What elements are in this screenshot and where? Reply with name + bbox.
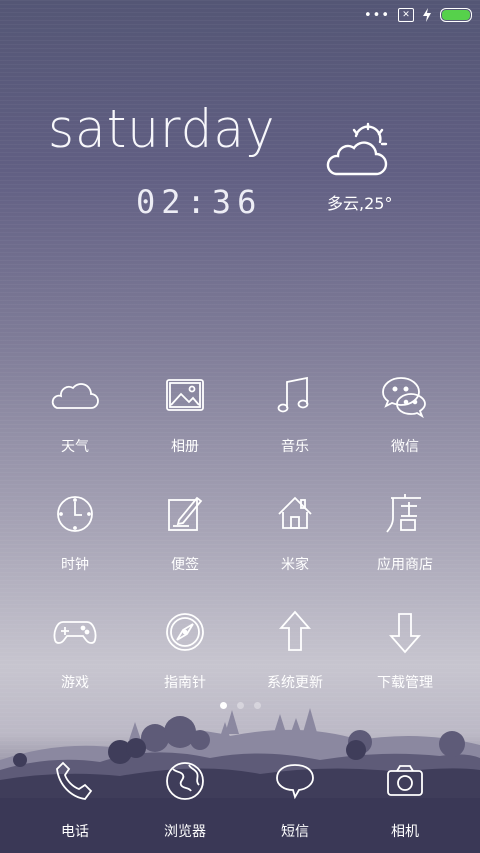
app-label: 相机 — [391, 824, 419, 840]
app-grid: 天气 相册 音乐 微信 时钟 便签 米家 应用商店 游戏 指南针 系统更新 下载… — [20, 370, 460, 692]
app-label: 下载管理 — [377, 675, 433, 691]
phone-icon — [56, 761, 93, 800]
sim-missing-icon: ✕ — [398, 8, 414, 22]
camera-icon — [387, 765, 423, 796]
app-label: 天气 — [61, 439, 89, 455]
battery-icon — [440, 8, 472, 22]
app-label: 应用商店 — [377, 557, 433, 573]
signal-dots: ••• — [363, 7, 390, 23]
app-label: 音乐 — [281, 439, 309, 455]
clock-icon — [57, 496, 93, 532]
weather-summary[interactable]: 多云,25° — [327, 190, 392, 214]
app-label: 时钟 — [61, 557, 89, 573]
app-mihome[interactable]: 米家 — [240, 488, 350, 574]
dock: 电话 浏览器 短信 相机 — [20, 755, 460, 841]
app-games[interactable]: 游戏 — [20, 606, 130, 692]
app-wechat[interactable]: 微信 — [350, 370, 460, 456]
status-bar: ••• ✕ — [364, 6, 472, 24]
app-label: 相册 — [171, 439, 199, 455]
app-label: 浏览器 — [164, 824, 206, 840]
app-label: 游戏 — [61, 675, 89, 691]
app-gallery[interactable]: 相册 — [130, 370, 240, 456]
app-label: 短信 — [281, 824, 309, 840]
wechat-icon — [382, 377, 426, 419]
app-label: 米家 — [281, 557, 309, 573]
app-music[interactable]: 音乐 — [240, 370, 350, 456]
music-note-icon — [277, 376, 309, 413]
app-label: 微信 — [391, 439, 419, 455]
app-store[interactable]: 应用商店 — [350, 488, 460, 574]
app-compass[interactable]: 指南针 — [130, 606, 240, 692]
app-label: 便签 — [171, 557, 199, 573]
day-text: saturday — [48, 98, 276, 160]
clock-time[interactable]: 02:36 — [136, 183, 262, 221]
app-notes[interactable]: 便签 — [130, 488, 240, 574]
gallery-icon — [166, 379, 204, 411]
dock-camera[interactable]: 相机 — [350, 755, 460, 841]
home-icon — [278, 496, 312, 529]
app-label: 电话 — [61, 824, 89, 840]
gamepad-icon — [53, 621, 97, 644]
app-clock[interactable]: 时钟 — [20, 488, 130, 574]
compass-icon — [166, 613, 204, 651]
globe-icon — [166, 762, 204, 800]
app-label: 系统更新 — [267, 675, 323, 691]
chat-bubble-icon — [276, 764, 314, 800]
app-label: 指南针 — [164, 675, 206, 691]
arrow-down-icon — [389, 613, 421, 654]
arrow-up-icon — [279, 610, 311, 651]
dock-browser[interactable]: 浏览器 — [130, 755, 240, 841]
dock-phone[interactable]: 电话 — [20, 755, 130, 841]
charging-bolt-icon — [423, 8, 431, 22]
app-system-update[interactable]: 系统更新 — [240, 606, 350, 692]
notes-pencil-icon — [168, 496, 203, 531]
store-icon — [386, 494, 421, 533]
day-of-week[interactable]: saturday — [48, 98, 298, 190]
partly-cloudy-icon[interactable] — [326, 122, 390, 184]
cloud-icon — [51, 383, 99, 409]
dock-messages[interactable]: 短信 — [240, 755, 350, 841]
app-weather[interactable]: 天气 — [20, 370, 130, 456]
app-downloads[interactable]: 下载管理 — [350, 606, 460, 692]
